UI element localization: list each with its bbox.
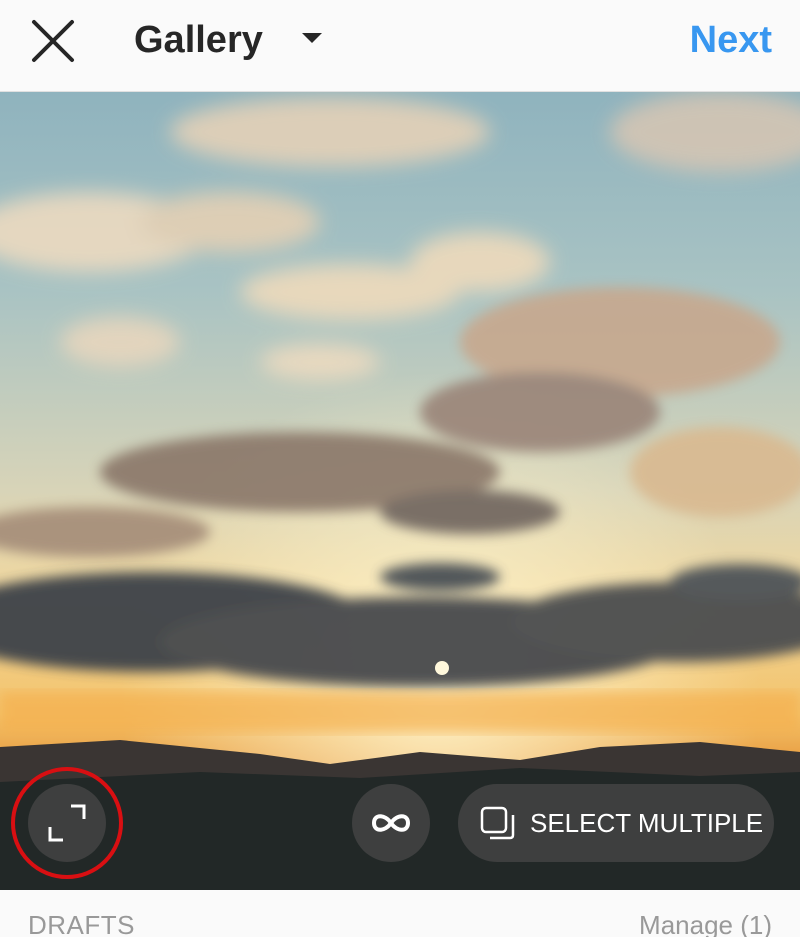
infinity-icon xyxy=(371,814,411,832)
multiple-select-icon xyxy=(480,806,515,840)
boomerang-button[interactable] xyxy=(352,784,430,862)
top-bar: Gallery Next xyxy=(0,0,800,92)
close-button[interactable] xyxy=(28,16,78,66)
bottom-bar: DRAFTS Manage (1) xyxy=(0,890,800,937)
select-multiple-label: SELECT MULTIPLE xyxy=(530,808,764,838)
manage-drafts-link[interactable]: Manage (1) xyxy=(639,910,772,937)
expand-icon xyxy=(48,804,86,842)
sunset-photo xyxy=(0,92,800,890)
next-button[interactable]: Next xyxy=(690,18,772,62)
select-multiple-button[interactable]: SELECT MULTIPLE xyxy=(458,784,774,862)
gallery-dropdown[interactable] xyxy=(298,28,326,48)
drafts-label: DRAFTS xyxy=(28,910,135,937)
page-title[interactable]: Gallery xyxy=(134,18,263,62)
media-preview[interactable]: SELECT MULTIPLE xyxy=(0,92,800,890)
expand-button[interactable] xyxy=(28,784,106,862)
close-icon xyxy=(32,20,74,62)
chevron-down-icon xyxy=(302,33,322,43)
